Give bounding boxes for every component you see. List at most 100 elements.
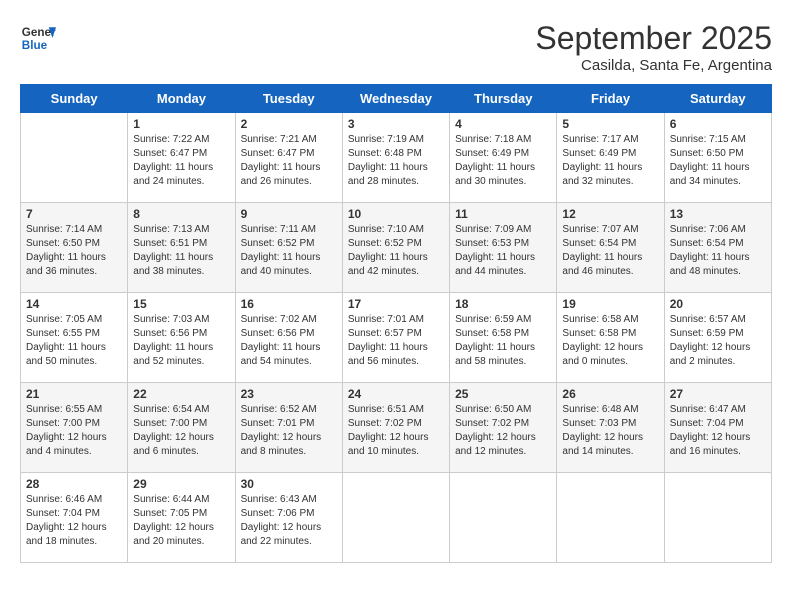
- sunrise-time: Sunrise: 7:05 AM: [26, 314, 102, 325]
- daylight-hours: Daylight: 11 hours and 58 minutes.: [455, 342, 535, 367]
- day-number: 30: [241, 477, 337, 491]
- daylight-hours: Daylight: 11 hours and 30 minutes.: [455, 162, 535, 187]
- daylight-hours: Daylight: 11 hours and 44 minutes.: [455, 252, 535, 277]
- sunset-time: Sunset: 7:02 PM: [455, 418, 529, 429]
- sunrise-time: Sunrise: 7:10 AM: [348, 224, 424, 235]
- day-number: 25: [455, 387, 551, 401]
- sunset-time: Sunset: 6:51 PM: [133, 238, 207, 249]
- daylight-hours: Daylight: 11 hours and 38 minutes.: [133, 252, 213, 277]
- logo: General Blue: [20, 20, 56, 56]
- svg-text:Blue: Blue: [22, 39, 48, 52]
- daylight-hours: Daylight: 12 hours and 2 minutes.: [670, 342, 751, 367]
- day-info: Sunrise: 7:02 AM Sunset: 6:56 PM Dayligh…: [241, 313, 337, 369]
- day-info: Sunrise: 6:43 AM Sunset: 7:06 PM Dayligh…: [241, 493, 337, 549]
- day-info: Sunrise: 7:06 AM Sunset: 6:54 PM Dayligh…: [670, 223, 766, 279]
- sunrise-time: Sunrise: 7:01 AM: [348, 314, 424, 325]
- sunset-time: Sunset: 6:58 PM: [562, 328, 636, 339]
- sunrise-time: Sunrise: 7:22 AM: [133, 134, 209, 145]
- daylight-hours: Daylight: 12 hours and 4 minutes.: [26, 432, 107, 457]
- sunrise-time: Sunrise: 6:55 AM: [26, 404, 102, 415]
- daylight-hours: Daylight: 12 hours and 20 minutes.: [133, 522, 214, 547]
- sunset-time: Sunset: 6:52 PM: [348, 238, 422, 249]
- day-number: 20: [670, 297, 766, 311]
- calendar-cell: 1 Sunrise: 7:22 AM Sunset: 6:47 PM Dayli…: [128, 113, 235, 203]
- calendar-cell: 26 Sunrise: 6:48 AM Sunset: 7:03 PM Dayl…: [557, 383, 664, 473]
- sunset-time: Sunset: 6:54 PM: [670, 238, 744, 249]
- sunrise-time: Sunrise: 6:51 AM: [348, 404, 424, 415]
- day-number: 24: [348, 387, 444, 401]
- sunset-time: Sunset: 7:03 PM: [562, 418, 636, 429]
- sunrise-time: Sunrise: 7:14 AM: [26, 224, 102, 235]
- daylight-hours: Daylight: 11 hours and 54 minutes.: [241, 342, 321, 367]
- daylight-hours: Daylight: 11 hours and 26 minutes.: [241, 162, 321, 187]
- day-info: Sunrise: 7:19 AM Sunset: 6:48 PM Dayligh…: [348, 133, 444, 189]
- day-number: 29: [133, 477, 229, 491]
- daylight-hours: Daylight: 11 hours and 28 minutes.: [348, 162, 428, 187]
- logo-icon: General Blue: [20, 20, 56, 56]
- daylight-hours: Daylight: 12 hours and 16 minutes.: [670, 432, 751, 457]
- day-info: Sunrise: 7:18 AM Sunset: 6:49 PM Dayligh…: [455, 133, 551, 189]
- day-number: 14: [26, 297, 122, 311]
- sunset-time: Sunset: 7:02 PM: [348, 418, 422, 429]
- day-header-friday: Friday: [557, 85, 664, 113]
- calendar-cell: [557, 473, 664, 563]
- day-info: Sunrise: 6:47 AM Sunset: 7:04 PM Dayligh…: [670, 403, 766, 459]
- calendar-week-2: 7 Sunrise: 7:14 AM Sunset: 6:50 PM Dayli…: [21, 203, 772, 293]
- day-info: Sunrise: 7:15 AM Sunset: 6:50 PM Dayligh…: [670, 133, 766, 189]
- sunset-time: Sunset: 6:52 PM: [241, 238, 315, 249]
- sunset-time: Sunset: 6:47 PM: [133, 148, 207, 159]
- sunset-time: Sunset: 6:53 PM: [455, 238, 529, 249]
- daylight-hours: Daylight: 12 hours and 8 minutes.: [241, 432, 322, 457]
- day-number: 4: [455, 117, 551, 131]
- calendar-cell: 4 Sunrise: 7:18 AM Sunset: 6:49 PM Dayli…: [450, 113, 557, 203]
- daylight-hours: Daylight: 12 hours and 6 minutes.: [133, 432, 214, 457]
- sunrise-time: Sunrise: 7:17 AM: [562, 134, 638, 145]
- calendar-cell: 12 Sunrise: 7:07 AM Sunset: 6:54 PM Dayl…: [557, 203, 664, 293]
- sunset-time: Sunset: 6:49 PM: [455, 148, 529, 159]
- daylight-hours: Daylight: 12 hours and 10 minutes.: [348, 432, 429, 457]
- day-info: Sunrise: 7:07 AM Sunset: 6:54 PM Dayligh…: [562, 223, 658, 279]
- sunset-time: Sunset: 6:54 PM: [562, 238, 636, 249]
- sunset-time: Sunset: 7:00 PM: [133, 418, 207, 429]
- day-info: Sunrise: 6:55 AM Sunset: 7:00 PM Dayligh…: [26, 403, 122, 459]
- daylight-hours: Daylight: 11 hours and 42 minutes.: [348, 252, 428, 277]
- sunset-time: Sunset: 6:57 PM: [348, 328, 422, 339]
- sunset-time: Sunset: 7:04 PM: [26, 508, 100, 519]
- day-header-thursday: Thursday: [450, 85, 557, 113]
- daylight-hours: Daylight: 11 hours and 32 minutes.: [562, 162, 642, 187]
- day-number: 7: [26, 207, 122, 221]
- calendar-cell: 5 Sunrise: 7:17 AM Sunset: 6:49 PM Dayli…: [557, 113, 664, 203]
- calendar-cell: [450, 473, 557, 563]
- sunset-time: Sunset: 7:05 PM: [133, 508, 207, 519]
- sunset-time: Sunset: 6:56 PM: [133, 328, 207, 339]
- daylight-hours: Daylight: 12 hours and 0 minutes.: [562, 342, 643, 367]
- calendar-cell: 9 Sunrise: 7:11 AM Sunset: 6:52 PM Dayli…: [235, 203, 342, 293]
- day-number: 18: [455, 297, 551, 311]
- calendar-week-5: 28 Sunrise: 6:46 AM Sunset: 7:04 PM Dayl…: [21, 473, 772, 563]
- calendar-cell: 20 Sunrise: 6:57 AM Sunset: 6:59 PM Dayl…: [664, 293, 771, 383]
- day-number: 9: [241, 207, 337, 221]
- sunrise-time: Sunrise: 6:54 AM: [133, 404, 209, 415]
- sunset-time: Sunset: 6:58 PM: [455, 328, 529, 339]
- day-header-tuesday: Tuesday: [235, 85, 342, 113]
- day-header-saturday: Saturday: [664, 85, 771, 113]
- sunrise-time: Sunrise: 6:52 AM: [241, 404, 317, 415]
- sunrise-time: Sunrise: 7:11 AM: [241, 224, 316, 235]
- sunrise-time: Sunrise: 6:47 AM: [670, 404, 746, 415]
- sunrise-time: Sunrise: 7:18 AM: [455, 134, 531, 145]
- day-info: Sunrise: 6:58 AM Sunset: 6:58 PM Dayligh…: [562, 313, 658, 369]
- calendar-cell: 21 Sunrise: 6:55 AM Sunset: 7:00 PM Dayl…: [21, 383, 128, 473]
- sunset-time: Sunset: 7:04 PM: [670, 418, 744, 429]
- day-info: Sunrise: 7:05 AM Sunset: 6:55 PM Dayligh…: [26, 313, 122, 369]
- sunrise-time: Sunrise: 7:15 AM: [670, 134, 746, 145]
- calendar-cell: 22 Sunrise: 6:54 AM Sunset: 7:00 PM Dayl…: [128, 383, 235, 473]
- calendar-cell: 23 Sunrise: 6:52 AM Sunset: 7:01 PM Dayl…: [235, 383, 342, 473]
- sunrise-time: Sunrise: 6:59 AM: [455, 314, 531, 325]
- sunrise-time: Sunrise: 7:03 AM: [133, 314, 209, 325]
- calendar-week-3: 14 Sunrise: 7:05 AM Sunset: 6:55 PM Dayl…: [21, 293, 772, 383]
- daylight-hours: Daylight: 11 hours and 46 minutes.: [562, 252, 642, 277]
- calendar-cell: 15 Sunrise: 7:03 AM Sunset: 6:56 PM Dayl…: [128, 293, 235, 383]
- day-info: Sunrise: 6:52 AM Sunset: 7:01 PM Dayligh…: [241, 403, 337, 459]
- day-number: 10: [348, 207, 444, 221]
- calendar-cell: 17 Sunrise: 7:01 AM Sunset: 6:57 PM Dayl…: [342, 293, 449, 383]
